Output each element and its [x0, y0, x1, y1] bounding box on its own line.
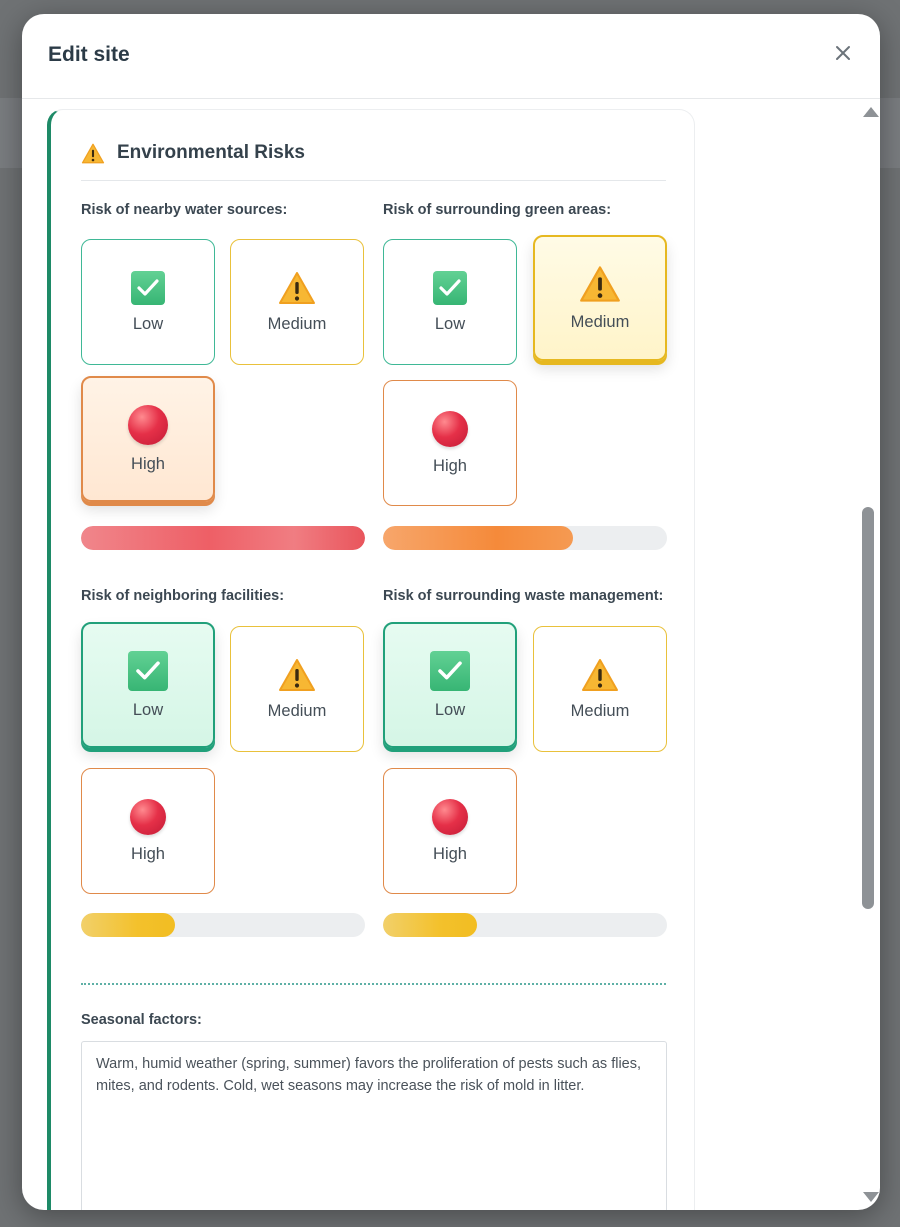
section-dotted-divider — [81, 983, 666, 985]
green-areas-risk-bar — [383, 526, 667, 550]
risk-label-neighboring-facilities: Risk of neighboring facilities: — [81, 588, 285, 604]
close-button[interactable] — [830, 40, 856, 66]
modal-body: Environmental Risks Risk of nearby water… — [22, 99, 880, 1210]
warning-icon — [580, 265, 620, 302]
water-sources-option-high[interactable]: High — [81, 376, 215, 502]
option-label: Medium — [267, 314, 327, 333]
seasonal-factors-label: Seasonal factors: — [81, 1012, 202, 1028]
environmental-risks-card: Environmental Risks Risk of nearby water… — [47, 109, 695, 1210]
option-label: Low — [132, 700, 164, 719]
option-label: High — [131, 454, 165, 473]
risk-bar-fill — [81, 526, 365, 550]
section-header: Environmental Risks — [81, 142, 305, 164]
green-areas-option-high[interactable]: High — [383, 380, 517, 506]
waste-management-option-high[interactable]: High — [383, 768, 517, 894]
waste-management-option-medium[interactable]: Medium — [533, 626, 667, 752]
warning-icon — [582, 658, 618, 691]
option-label: Low — [434, 700, 466, 719]
option-label: Medium — [570, 312, 630, 331]
red-dot-icon — [432, 798, 468, 835]
neighboring-facilities-risk-bar — [81, 913, 365, 937]
vertical-scrollbar[interactable] — [858, 99, 880, 1210]
risk-bar-fill — [81, 913, 175, 937]
check-icon — [128, 650, 168, 691]
red-dot-icon — [128, 404, 168, 445]
scrollbar-thumb[interactable] — [862, 507, 874, 909]
option-label: High — [131, 844, 165, 863]
water-sources-risk-bar — [81, 526, 365, 550]
option-label: High — [433, 844, 467, 863]
warning-icon — [279, 658, 315, 691]
red-dot-icon — [130, 798, 166, 835]
warning-icon — [279, 271, 315, 304]
scroll-up-arrow-icon[interactable] — [863, 107, 879, 117]
risk-bar-fill — [383, 526, 574, 550]
neighboring-facilities-option-high[interactable]: High — [81, 768, 215, 894]
risk-label-green-areas: Risk of surrounding green areas: — [383, 202, 612, 218]
seasonal-factors-textarea[interactable]: Warm, humid weather (spring, summer) fav… — [81, 1041, 667, 1210]
waste-management-risk-bar — [383, 913, 667, 937]
risk-label-waste-management: Risk of surrounding waste management: — [383, 588, 664, 604]
section-divider — [81, 180, 666, 181]
section-title: Environmental Risks — [117, 142, 305, 163]
neighboring-facilities-option-low[interactable]: Low — [81, 622, 215, 748]
red-dot-icon — [432, 410, 468, 447]
modal-title: Edit site — [48, 43, 130, 66]
close-icon — [836, 46, 850, 60]
option-label: Medium — [267, 701, 327, 720]
risk-bar-fill — [383, 913, 477, 937]
check-icon — [430, 650, 470, 691]
edit-site-modal: Edit site Environmental Risks Risk of ne… — [22, 14, 880, 1210]
option-label: High — [433, 456, 467, 475]
option-label: Low — [132, 314, 164, 333]
option-label: Low — [434, 314, 466, 333]
waste-management-option-low[interactable]: Low — [383, 622, 517, 748]
check-icon — [433, 270, 467, 305]
green-areas-option-medium[interactable]: Medium — [533, 235, 667, 361]
option-label: Medium — [570, 701, 630, 720]
green-areas-option-low[interactable]: Low — [383, 239, 517, 365]
neighboring-facilities-option-medium[interactable]: Medium — [230, 626, 364, 752]
risk-label-water-sources: Risk of nearby water sources: — [81, 202, 288, 218]
water-sources-option-medium[interactable]: Medium — [230, 239, 364, 365]
water-sources-option-low[interactable]: Low — [81, 239, 215, 365]
check-icon — [131, 270, 165, 305]
scroll-down-arrow-icon[interactable] — [863, 1192, 879, 1202]
warning-icon — [81, 143, 105, 163]
modal-header: Edit site — [22, 14, 880, 99]
